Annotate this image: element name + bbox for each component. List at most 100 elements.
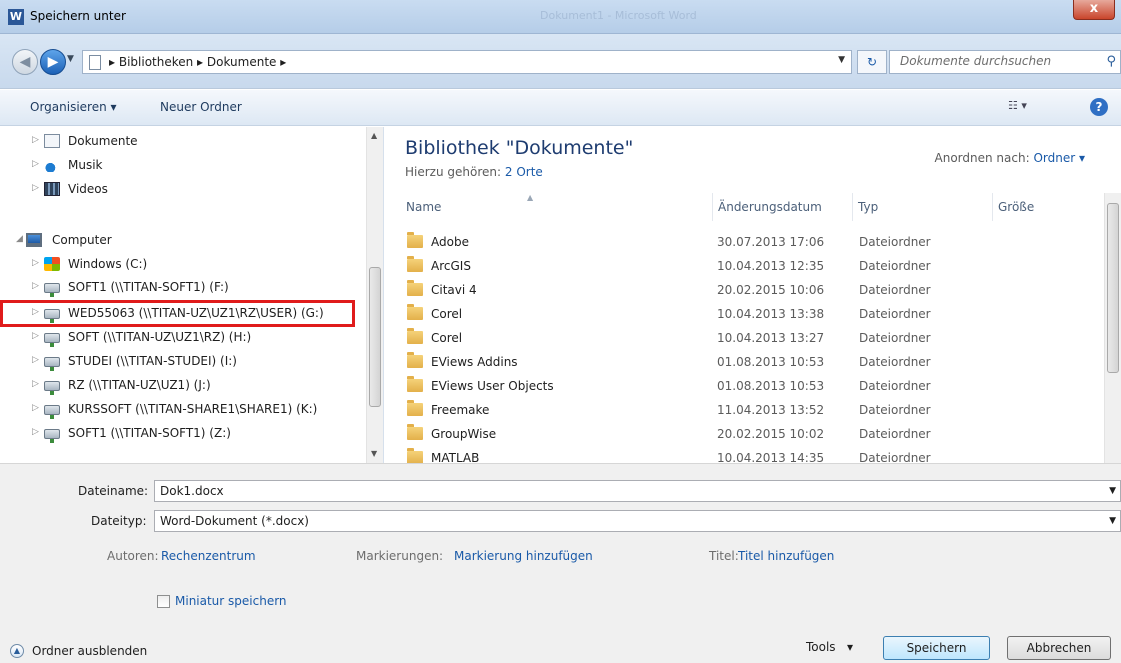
library-title: Bibliothek "Dokumente": [405, 137, 634, 159]
tags-value[interactable]: Markierung hinzufügen: [454, 549, 593, 563]
save-as-dialog: W Speichern unter Dokument1 - Microsoft …: [0, 0, 1121, 663]
collapse-up-icon[interactable]: ▲: [10, 644, 24, 658]
file-date: 10.04.2013 13:38: [717, 307, 825, 321]
scrollbar-thumb[interactable]: [369, 267, 381, 407]
scroll-up-icon[interactable]: ▲: [371, 131, 377, 140]
expand-icon[interactable]: ▷: [32, 331, 39, 341]
nav-item-drive-h[interactable]: ▷ SOFT (\\TITAN-UZ\UZ1\RZ) (H:): [0, 327, 366, 349]
videos-icon: [44, 182, 60, 196]
nav-label: Windows (C:): [68, 257, 148, 271]
expand-icon[interactable]: ▷: [32, 355, 39, 365]
navigation-scrollbar[interactable]: ▲ ▼: [366, 127, 383, 463]
file-row[interactable]: Corel 10.04.2013 13:38 Dateiordner: [385, 303, 1105, 327]
cancel-button[interactable]: Abbrechen: [1007, 636, 1111, 660]
network-drive-icon: [44, 357, 60, 371]
change-view-icon[interactable]: ☷ ▾: [1008, 99, 1027, 112]
file-row[interactable]: ArcGIS 10.04.2013 12:35 Dateiordner: [385, 255, 1105, 279]
file-name: Corel: [431, 331, 463, 345]
column-header-date[interactable]: Änderungsdatum: [713, 193, 853, 221]
file-type: Dateiordner: [859, 235, 931, 249]
collapse-icon[interactable]: ◢: [16, 234, 23, 244]
arrange-dropdown[interactable]: Ordner ▾: [1033, 151, 1085, 165]
tools-label: Tools: [806, 640, 836, 654]
nav-item-drive-i[interactable]: ▷ STUDEI (\\TITAN-STUDEI) (I:): [0, 351, 366, 373]
expand-icon[interactable]: ▷: [32, 427, 39, 437]
nav-item-drive-z[interactable]: ▷ SOFT1 (\\TITAN-SOFT1) (Z:): [0, 423, 366, 445]
column-header-type[interactable]: Typ: [853, 193, 993, 221]
column-header-name[interactable]: Name: [401, 193, 713, 221]
expand-icon[interactable]: ▷: [32, 159, 39, 169]
column-header-size[interactable]: Größe: [993, 193, 1103, 221]
organize-button[interactable]: Organisieren ▾: [30, 100, 117, 114]
search-input[interactable]: [900, 54, 1090, 68]
folder-icon: [407, 376, 423, 392]
chevron-down-icon[interactable]: ▼: [1109, 481, 1116, 501]
file-name: Freemake: [431, 403, 490, 417]
address-field[interactable]: ▸ Bibliotheken ▸ Dokumente ▸ ▼: [82, 50, 852, 74]
word-icon: W: [8, 9, 24, 25]
close-button[interactable]: x: [1073, 0, 1115, 20]
thumbnail-label[interactable]: Miniatur speichern: [175, 594, 287, 608]
background-window-title: Dokument1 - Microsoft Word: [540, 9, 697, 22]
nav-item-drive-c[interactable]: ▷ Windows (C:): [0, 254, 366, 276]
filename-label: Dateiname:: [78, 484, 149, 498]
nav-item-computer[interactable]: ◢ Computer: [0, 230, 366, 252]
file-type: Dateiordner: [859, 259, 931, 273]
filetype-select[interactable]: Word-Dokument (*.docx) ▼: [154, 510, 1121, 532]
folder-icon: [89, 55, 101, 70]
nav-item-drive-f[interactable]: ▷ SOFT1 (\\TITAN-SOFT1) (F:): [0, 277, 366, 299]
expand-icon[interactable]: ▷: [32, 135, 39, 145]
file-row[interactable]: MATLAB 10.04.2013 14:35 Dateiordner: [385, 447, 1105, 463]
authors-value[interactable]: Rechenzentrum: [161, 549, 256, 563]
command-bar: Organisieren ▾ Neuer Ordner ☷ ▾ ?: [0, 90, 1121, 126]
file-type: Dateiordner: [859, 427, 931, 441]
network-drive-icon: [44, 381, 60, 395]
file-row[interactable]: EViews Addins 01.08.2013 10:53 Dateiordner: [385, 351, 1105, 375]
recent-pages-dropdown[interactable]: ▼: [67, 54, 74, 64]
chevron-down-icon[interactable]: ▼: [1109, 511, 1116, 531]
expand-icon[interactable]: ▷: [32, 379, 39, 389]
save-button[interactable]: Speichern: [883, 636, 990, 660]
file-list-scrollbar[interactable]: [1104, 193, 1121, 463]
expand-icon[interactable]: ▷: [32, 403, 39, 413]
scrollbar-thumb[interactable]: [1107, 203, 1119, 373]
help-icon[interactable]: ?: [1090, 98, 1108, 116]
expand-icon[interactable]: ▷: [32, 258, 39, 268]
file-name: Adobe: [431, 235, 469, 249]
file-row[interactable]: Corel 10.04.2013 13:27 Dateiordner: [385, 327, 1105, 351]
search-box[interactable]: ⚲: [889, 50, 1121, 74]
nav-item-drive-j[interactable]: ▷ RZ (\\TITAN-UZ\UZ1) (J:): [0, 375, 366, 397]
file-row[interactable]: Adobe 30.07.2013 17:06 Dateiordner: [385, 231, 1105, 255]
nav-item-drive-k[interactable]: ▷ KURSSOFT (\\TITAN-SHARE1\SHARE1) (K:): [0, 399, 366, 421]
nav-item-videos[interactable]: ▷ Videos: [0, 179, 366, 201]
expand-icon[interactable]: ▷: [32, 183, 39, 193]
forward-button[interactable]: ▶: [40, 49, 66, 75]
filename-value[interactable]: Dok1.docx: [160, 484, 224, 498]
nav-item-documents[interactable]: ▷ Dokumente: [0, 131, 366, 153]
title-value[interactable]: Titel hinzufügen: [738, 549, 834, 563]
back-button[interactable]: ◀: [12, 49, 38, 75]
file-row[interactable]: EViews User Objects 01.08.2013 10:53 Datei…: [385, 375, 1105, 399]
folder-icon: [407, 280, 423, 296]
address-dropdown-icon[interactable]: ▼: [838, 55, 845, 65]
file-date: 30.07.2013 17:06: [717, 235, 825, 249]
thumbnail-checkbox[interactable]: [157, 595, 170, 608]
file-row[interactable]: GroupWise 20.02.2015 10:02 Dateiordner: [385, 423, 1105, 447]
annotation-highlight-box: [0, 300, 355, 327]
file-row[interactable]: Citavi 4 20.02.2015 10:06 Dateiordner: [385, 279, 1105, 303]
file-row[interactable]: Freemake 11.04.2013 13:52 Dateiordner: [385, 399, 1105, 423]
breadcrumb[interactable]: ▸ Bibliotheken ▸ Dokumente ▸: [109, 55, 286, 69]
refresh-button[interactable]: ↻: [857, 50, 887, 74]
expand-icon[interactable]: ▷: [32, 281, 39, 291]
library-locations: Hierzu gehören: 2 Orte: [405, 165, 543, 179]
nav-item-music[interactable]: ▷ Musik: [0, 155, 366, 177]
locations-link[interactable]: 2 Orte: [505, 165, 543, 179]
filename-field[interactable]: Dok1.docx ▼: [154, 480, 1121, 502]
scroll-down-icon[interactable]: ▼: [371, 449, 377, 458]
tools-button[interactable]: Tools ▾: [806, 640, 853, 654]
new-folder-button[interactable]: Neuer Ordner: [160, 100, 242, 114]
file-name: MATLAB: [431, 451, 480, 463]
hide-folders-button[interactable]: Ordner ausblenden: [32, 644, 147, 658]
filetype-value[interactable]: Word-Dokument (*.docx): [160, 514, 309, 528]
search-icon[interactable]: ⚲: [1106, 54, 1116, 69]
